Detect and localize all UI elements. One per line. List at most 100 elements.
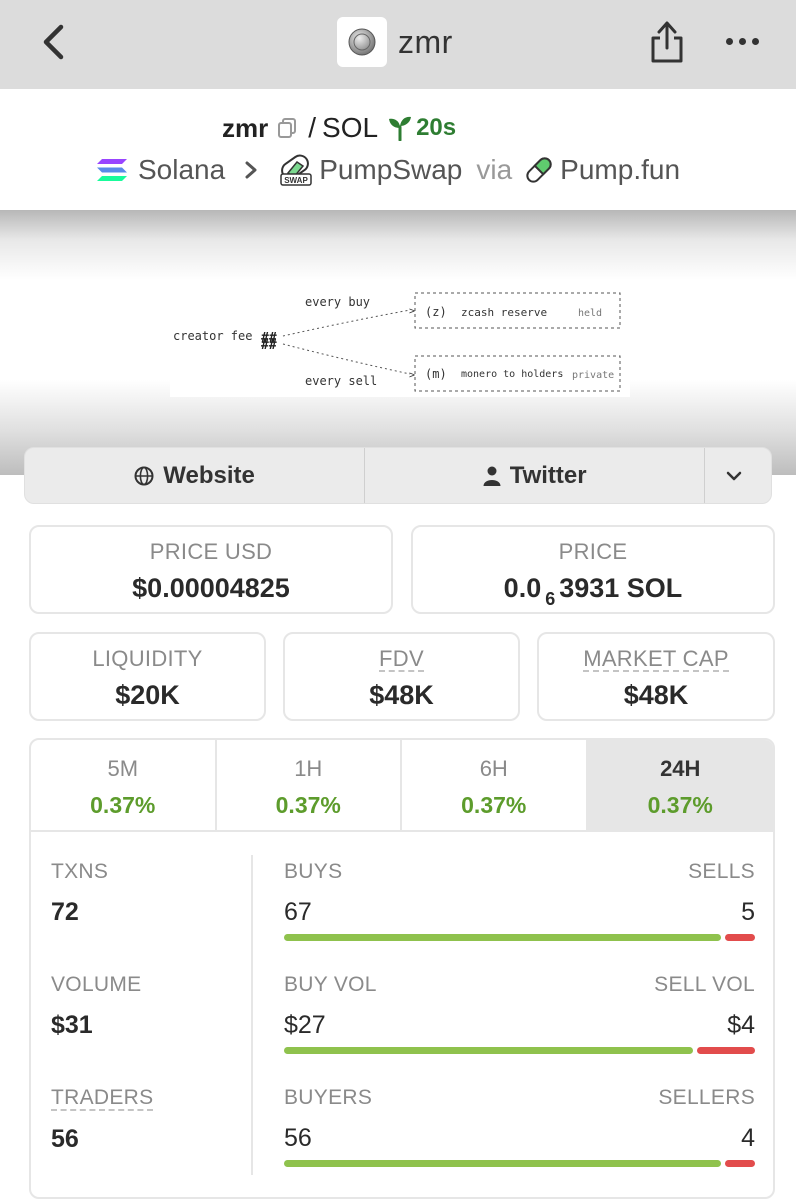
timeframe-tabs: 5M 0.37% 1H 0.37% 6H 0.37% 24H 0.37% [31, 740, 773, 832]
price-subscript: 6 [545, 589, 556, 609]
share-icon [651, 21, 683, 63]
volume-value: $31 [51, 1011, 93, 1039]
arrow-glyph: > [409, 370, 415, 381]
arrow-glyph: > [409, 306, 415, 317]
tab-24h[interactable]: 24H 0.37% [587, 740, 773, 830]
buyers-label: BUYERS [284, 1086, 373, 1109]
price-native-value: 0.0 6 3931 SOL [413, 573, 773, 609]
fee-diagram: creator fee ## ## every buy every sell >… [170, 287, 630, 397]
market-cap-label: MARKET CAP [583, 646, 729, 673]
every-buy-text: every buy [305, 295, 370, 309]
traders-row: BUYERS SELLERS 56 4 [284, 1086, 755, 1197]
volume-bar [284, 1047, 755, 1054]
txns-label: TXNS [51, 860, 109, 883]
pair-age: 20s [416, 114, 457, 141]
buyers-value: 56 [284, 1124, 312, 1152]
price-change: 0.37% [90, 792, 156, 818]
tab-1h[interactable]: 1H 0.37% [217, 740, 402, 830]
back-button[interactable] [36, 22, 72, 62]
base-token-symbol: zmr [222, 112, 269, 143]
buys-value: 67 [284, 898, 312, 926]
token-banner-image: creator fee ## ## every buy every sell >… [0, 210, 796, 475]
social-links-bar: Website Twitter [24, 447, 772, 504]
liquidity-card: LIQUIDITY $20K [29, 632, 266, 721]
tab-label: 1H [294, 756, 323, 781]
site-favicon [337, 17, 387, 67]
pumpswap-icon: SWAP [280, 154, 312, 186]
timeframe-stats-panel: 5M 0.37% 1H 0.37% 6H 0.37% 24H 0.37% TXN… [29, 738, 775, 1199]
hash-glyph: ## [261, 338, 277, 353]
solana-icon [97, 159, 127, 181]
creator-fee-text: creator fee [173, 329, 252, 343]
market-cap-value: $48K [623, 680, 689, 711]
sell-vol-value: $4 [727, 1011, 755, 1039]
buys-sells-row: BUYS SELLS 67 5 [284, 860, 755, 973]
tab-label: 6H [479, 756, 508, 781]
traders-stat[interactable]: TRADERS 56 [51, 1086, 251, 1197]
volume-stat: VOLUME $31 [51, 973, 251, 1086]
liquidity-value: $20K [115, 680, 180, 710]
coin-logo-icon [348, 28, 376, 56]
sells-value: 5 [741, 898, 755, 926]
twitter-label: Twitter [509, 461, 587, 489]
sell-vol-label: SELL VOL [654, 973, 755, 996]
price-prefix: 0.0 [503, 573, 542, 603]
divider [251, 855, 253, 1175]
sell-bar-segment [725, 934, 755, 941]
txns-stat: TXNS 72 [51, 860, 251, 973]
sell-bar-segment [697, 1047, 755, 1054]
sellers-value: 4 [741, 1124, 755, 1152]
user-icon [483, 466, 501, 486]
pair-header [0, 89, 796, 210]
fdv-value: $48K [369, 680, 434, 711]
more-links-dropdown[interactable] [705, 448, 771, 503]
holders-label: monero to holders [461, 369, 563, 380]
holders-symbol: (m) [425, 367, 447, 381]
quote-token-symbol: SOL [322, 112, 379, 143]
price-native-card: PRICE 0.0 6 3931 SOL [411, 525, 775, 614]
traders-value: 56 [51, 1125, 79, 1154]
more-options-button[interactable] [722, 26, 762, 56]
traders-label: TRADERS [51, 1086, 154, 1112]
reserve-label: zcash reserve [461, 306, 547, 319]
sprout-icon [389, 116, 412, 141]
reserve-symbol: (z) [425, 305, 447, 319]
chevron-left-icon [43, 24, 64, 60]
price-usd-label: PRICE USD [149, 539, 273, 564]
share-button[interactable] [646, 18, 688, 66]
twitter-button[interactable]: Twitter [365, 448, 706, 503]
volume-row: BUY VOL SELL VOL $27 $4 [284, 973, 755, 1086]
pair-separator: / [308, 112, 317, 143]
buy-vol-value: $27 [284, 1011, 326, 1039]
buy-sell-breakdown: BUYS SELLS 67 5 BUY VOL SELL VOL $27 $4 … [284, 860, 755, 1197]
volume-label: VOLUME [51, 973, 142, 996]
market-cap-card[interactable]: MARKET CAP $48K [537, 632, 775, 721]
website-button[interactable]: Website [25, 448, 366, 503]
dot-icon [738, 37, 746, 45]
liquidity-label: LIQUIDITY [92, 646, 203, 671]
tab-6h[interactable]: 6H 0.37% [402, 740, 588, 830]
holders-status: private [572, 370, 614, 381]
dex-link[interactable]: PumpSwap [319, 154, 462, 186]
price-change: 0.37% [461, 792, 527, 818]
via-label: via [476, 154, 513, 185]
price-suffix: 3931 SOL [559, 573, 683, 603]
dot-icon [725, 37, 733, 45]
tab-5m[interactable]: 5M 0.37% [31, 740, 217, 830]
chain-link[interactable]: Solana [138, 154, 225, 186]
launchpad-link[interactable]: Pump.fun [560, 154, 680, 186]
pumpfun-pill-icon [526, 157, 552, 183]
price-label: PRICE [558, 539, 628, 564]
chevron-down-icon [726, 471, 741, 480]
sells-label: SELLS [688, 860, 755, 883]
website-label: Website [163, 461, 255, 489]
price-change: 0.37% [275, 792, 341, 818]
buy-vol-label: BUY VOL [284, 973, 377, 996]
price-usd-card: PRICE USD $0.00004825 [29, 525, 393, 614]
sell-bar-segment [725, 1160, 755, 1167]
tab-label: 5M [107, 756, 139, 781]
copy-icon[interactable] [276, 117, 298, 139]
fdv-card[interactable]: FDV $48K [283, 632, 520, 721]
tab-label: 24H [660, 756, 701, 781]
reserve-status: held [578, 308, 602, 319]
